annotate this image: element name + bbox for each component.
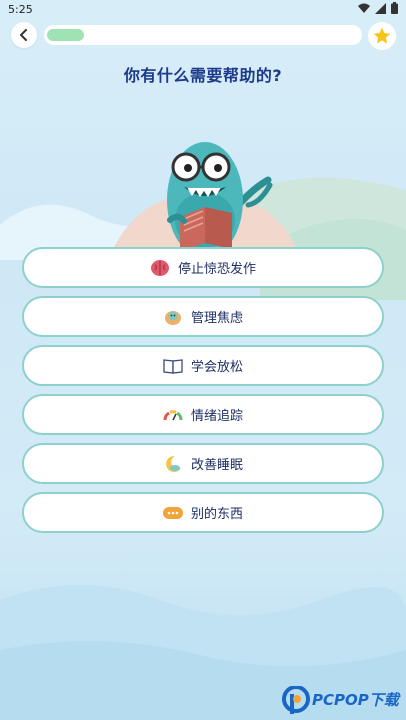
brain-icon bbox=[150, 258, 170, 278]
option-label: 学会放松 bbox=[190, 360, 243, 375]
moon-icon bbox=[163, 454, 183, 474]
battery-icon bbox=[391, 2, 398, 14]
status-icons bbox=[358, 2, 398, 14]
wifi-icon bbox=[358, 3, 370, 13]
mascot-illustration bbox=[110, 142, 300, 255]
anxiety-icon bbox=[163, 307, 183, 327]
option-mood-tracking[interactable]: 情绪追踪 bbox=[22, 394, 384, 435]
signal-icon bbox=[375, 2, 386, 14]
gauge-icon bbox=[163, 405, 183, 425]
option-improve-sleep[interactable]: 改善睡眠 bbox=[22, 443, 384, 484]
option-manage-anxiety[interactable]: 管理焦虑 bbox=[22, 296, 384, 337]
status-bar: 5:25 bbox=[0, 0, 406, 18]
watermark-text: PCPOP下载 bbox=[312, 691, 399, 709]
option-label: 停止惊恐发作 bbox=[177, 262, 256, 277]
favorite-button[interactable] bbox=[368, 22, 396, 50]
progress-bar bbox=[44, 25, 362, 45]
option-label: 情绪追踪 bbox=[190, 409, 243, 424]
status-time: 5:25 bbox=[8, 3, 33, 16]
watermark-logo-icon bbox=[282, 686, 310, 714]
more-icon bbox=[162, 503, 183, 523]
progress-fill bbox=[47, 29, 84, 41]
back-button[interactable] bbox=[11, 22, 37, 48]
option-label: 改善睡眠 bbox=[190, 458, 243, 473]
option-stop-panic[interactable]: 停止惊恐发作 bbox=[22, 247, 384, 288]
book-icon bbox=[163, 356, 183, 376]
option-label: 别的东西 bbox=[190, 507, 243, 522]
chevron-left-icon bbox=[20, 29, 27, 41]
option-learn-relax[interactable]: 学会放松 bbox=[22, 345, 384, 386]
page-title: 你有什么需要帮助的? bbox=[123, 66, 283, 85]
option-something-else[interactable]: 别的东西 bbox=[22, 492, 384, 533]
star-icon bbox=[373, 27, 391, 44]
option-label: 管理焦虑 bbox=[190, 311, 243, 326]
watermark: PCPOP下载 bbox=[282, 684, 404, 718]
